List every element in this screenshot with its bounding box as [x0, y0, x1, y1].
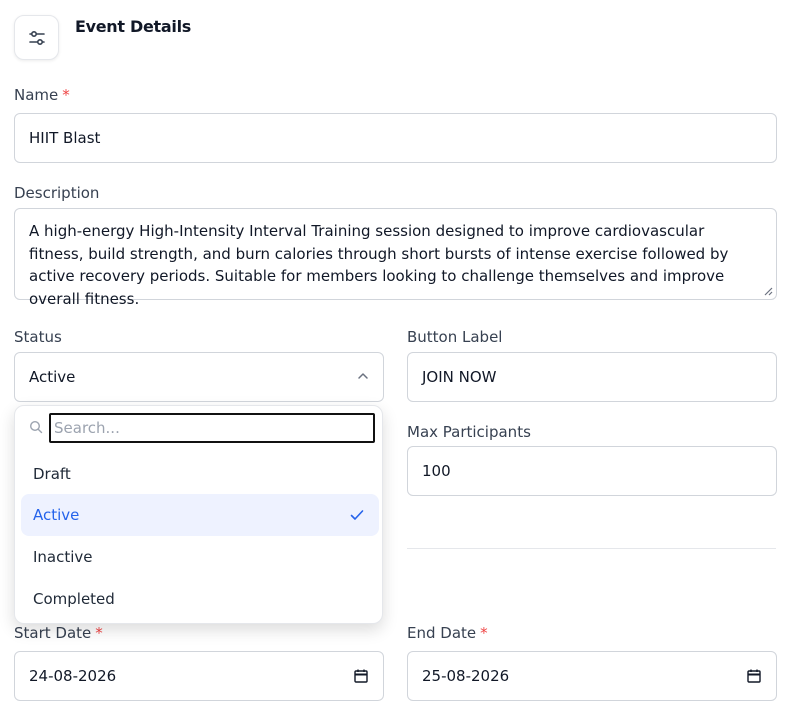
start-date-label-text: Start Date — [14, 624, 92, 642]
status-option-active[interactable]: Active — [21, 494, 379, 536]
section-divider — [407, 548, 776, 549]
end-date-value: 25-08-2026 — [422, 667, 510, 685]
option-label: Draft — [33, 465, 71, 483]
end-date-input[interactable]: 25-08-2026 — [407, 651, 777, 701]
required-marker: * — [480, 624, 488, 642]
status-select[interactable]: Active — [14, 352, 384, 402]
name-input[interactable]: HIIT Blast — [14, 113, 777, 163]
status-option-draft[interactable]: Draft — [21, 453, 379, 495]
calendar-icon[interactable] — [746, 668, 762, 684]
status-option-inactive[interactable]: Inactive — [21, 536, 379, 578]
button-label-value: JOIN NOW — [422, 368, 497, 386]
section-title: Event Details — [75, 17, 191, 36]
event-details-form: Event Details Name * HIIT Blast Descripti… — [0, 0, 796, 716]
name-label: Name * — [14, 86, 70, 104]
button-label-input[interactable]: JOIN NOW — [407, 352, 777, 402]
start-date-value: 24-08-2026 — [29, 667, 117, 685]
chevron-up-icon — [358, 373, 368, 379]
end-date-label: End Date * — [407, 624, 488, 642]
option-label: Active — [33, 506, 80, 524]
start-date-label: Start Date * — [14, 624, 103, 642]
dropdown-search-input[interactable] — [49, 413, 375, 443]
option-label: Inactive — [33, 548, 93, 566]
required-marker: * — [62, 86, 70, 104]
description-value: A high-energy High-Intensity Interval Tr… — [29, 222, 729, 308]
search-icon — [29, 420, 43, 434]
end-date-label-text: End Date — [407, 624, 477, 642]
max-participants-value: 100 — [422, 462, 451, 480]
status-dropdown: Draft Active Inactive Completed — [14, 405, 383, 624]
checkmark-icon — [350, 510, 364, 520]
status-label: Status — [14, 328, 62, 346]
required-marker: * — [95, 624, 103, 642]
option-label: Completed — [33, 590, 115, 608]
status-value: Active — [29, 368, 76, 386]
max-participants-input[interactable]: 100 — [407, 446, 777, 496]
name-value: HIIT Blast — [29, 129, 101, 147]
description-textarea[interactable]: A high-energy High-Intensity Interval Tr… — [14, 208, 777, 308]
calendar-icon[interactable] — [353, 668, 369, 684]
description-label: Description — [14, 184, 100, 202]
button-label-label: Button Label — [407, 328, 503, 346]
max-participants-label: Max Participants — [407, 423, 531, 441]
start-date-input[interactable]: 24-08-2026 — [14, 651, 384, 701]
name-label-text: Name — [14, 86, 59, 104]
sliders-icon — [28, 30, 45, 45]
status-option-completed[interactable]: Completed — [21, 578, 379, 620]
resize-grip-icon[interactable] — [764, 287, 773, 296]
section-icon-box — [14, 15, 59, 60]
